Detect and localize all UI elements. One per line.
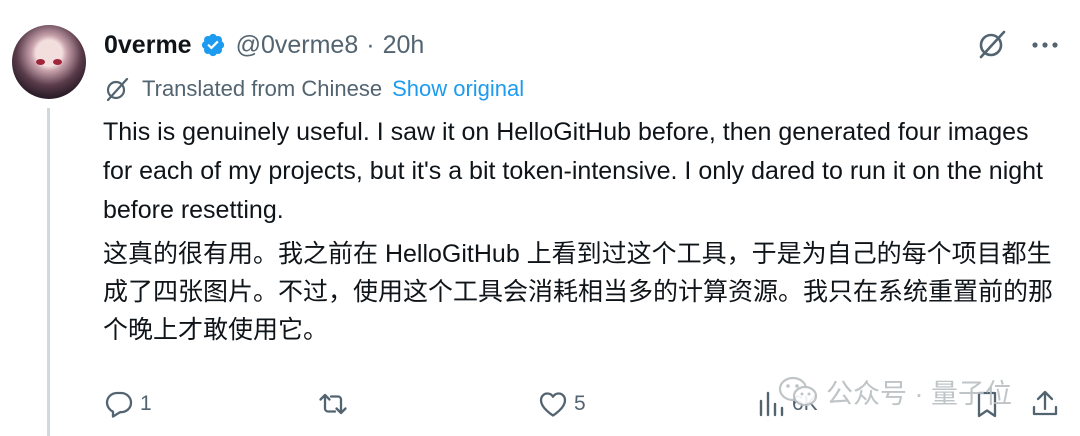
reply-count: 1 xyxy=(140,392,152,415)
avatar-eye-left xyxy=(36,59,45,65)
like-button[interactable]: 5 xyxy=(538,389,586,419)
timestamp[interactable]: 20h xyxy=(383,31,425,60)
reply-icon xyxy=(105,391,133,418)
tweet-text-english: This is genuinely useful. I saw it on He… xyxy=(103,118,1044,224)
reply-button[interactable]: 1 xyxy=(104,389,152,419)
heart-icon xyxy=(539,392,567,417)
handle[interactable]: @0verme8 xyxy=(236,31,359,60)
display-name[interactable]: 0verme xyxy=(104,31,192,60)
wechat-icon xyxy=(778,376,818,406)
grok-icon[interactable] xyxy=(976,28,1008,60)
verified-badge-icon xyxy=(201,33,224,57)
translation-bar: Translated from Chinese Show original xyxy=(104,74,524,104)
tweet-header: 0verme @0verme8 · 20h xyxy=(104,28,424,62)
avatar[interactable] xyxy=(12,25,86,99)
more-options-icon[interactable] xyxy=(1030,31,1060,59)
watermark-text: 公众号 · 量子位 xyxy=(826,379,1012,409)
retweet-icon xyxy=(319,393,347,415)
separator-dot: · xyxy=(366,30,375,59)
share-button[interactable] xyxy=(1030,389,1060,419)
share-icon xyxy=(1032,390,1058,416)
show-original-link[interactable]: Show original xyxy=(392,76,524,102)
avatar-eye-right xyxy=(53,59,62,65)
retweet-button[interactable] xyxy=(318,389,354,419)
watermark: 公众号 · 量子位 xyxy=(778,372,1012,411)
translate-grok-icon xyxy=(106,77,129,102)
tweet-text-chinese: 这真的很有用。我之前在 HelloGitHub 上看到过这个工具，于是为自己的每… xyxy=(103,240,1054,344)
like-count: 5 xyxy=(574,392,586,415)
translated-from-label: Translated from Chinese xyxy=(142,76,383,101)
